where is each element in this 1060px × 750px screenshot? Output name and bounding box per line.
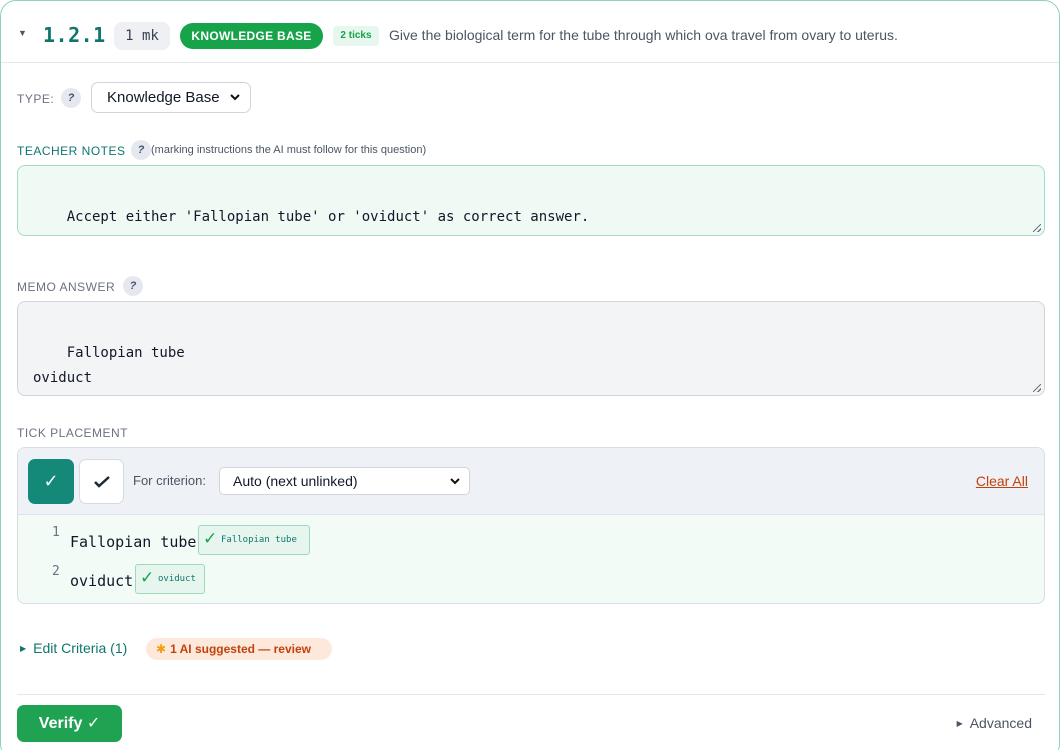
teacher-notes-help-icon[interactable]: ? bbox=[131, 140, 151, 160]
type-label: TYPE: bbox=[17, 92, 55, 106]
teacher-notes-label: TEACHER NOTES bbox=[17, 144, 126, 158]
line-text: oviduct bbox=[70, 572, 134, 590]
advanced-toggle[interactable]: ▶ Advanced bbox=[957, 715, 1032, 731]
advanced-label: Advanced bbox=[969, 715, 1032, 731]
question-text: Give the biological term for the tube th… bbox=[389, 27, 898, 43]
teacher-notes-value: Accept either 'Fallopian tube' or 'ovidu… bbox=[66, 209, 590, 225]
criterion-select-value: Auto (next unlinked) bbox=[233, 473, 358, 489]
tick-chip-label: oviduct bbox=[158, 574, 196, 584]
answer-line[interactable]: 1 Fallopian tube ✓ Fallopian tube bbox=[18, 525, 1044, 555]
line-text: Fallopian tube bbox=[70, 533, 197, 551]
type-help-icon[interactable]: ? bbox=[61, 88, 81, 108]
check-icon bbox=[94, 476, 110, 488]
tick-chip[interactable]: ✓ Fallopian tube bbox=[198, 525, 310, 555]
question-number: 1.2.1 bbox=[43, 23, 106, 47]
chevron-down-icon bbox=[449, 468, 461, 503]
half-tick-mode-button[interactable] bbox=[79, 459, 124, 504]
tick-placement-panel: ✓ For criterion: Auto (next unlinked) Cl… bbox=[17, 447, 1045, 604]
tick-toolbar: ✓ For criterion: Auto (next unlinked) Cl… bbox=[18, 448, 1044, 515]
memo-answer-value: Fallopian tube oviduct bbox=[33, 345, 185, 386]
line-number: 1 bbox=[52, 525, 60, 540]
teacher-notes-field[interactable]: Accept either 'Fallopian tube' or 'ovidu… bbox=[17, 165, 1045, 236]
tick-mode-button[interactable]: ✓ bbox=[28, 459, 74, 504]
line-number: 2 bbox=[52, 564, 60, 579]
chevron-down-icon bbox=[229, 83, 241, 123]
memo-answer-field[interactable]: Fallopian tube oviduct bbox=[17, 301, 1045, 396]
answer-line[interactable]: 2 oviduct ✓ oviduct bbox=[18, 564, 1044, 594]
tick-chip[interactable]: ✓ oviduct bbox=[135, 564, 205, 594]
question-card: ▼ 1.2.1 1 mk KNOWLEDGE BASE 2 ticks Give… bbox=[0, 0, 1060, 750]
expand-caret-icon: ▶ bbox=[20, 644, 27, 653]
type-select-value: Knowledge Base bbox=[107, 89, 220, 106]
criterion-select[interactable]: Auto (next unlinked) bbox=[219, 467, 470, 495]
collapse-caret-icon[interactable]: ▼ bbox=[18, 28, 27, 38]
divider bbox=[17, 694, 1045, 695]
expand-caret-icon: ▶ bbox=[956, 719, 963, 728]
resize-handle-icon[interactable] bbox=[1033, 224, 1041, 232]
memo-answer-label: MEMO ANSWER bbox=[17, 280, 116, 294]
marks-badge: 1 mk bbox=[114, 22, 170, 50]
criterion-label: For criterion: bbox=[133, 473, 206, 488]
check-icon: ✓ bbox=[203, 529, 218, 548]
edit-criteria-label: Edit Criteria (1) bbox=[33, 640, 128, 656]
puzzle-icon: ✱ bbox=[156, 642, 167, 656]
question-header[interactable]: ▼ 1.2.1 1 mk KNOWLEDGE BASE 2 ticks Give… bbox=[1, 1, 1059, 63]
verify-button[interactable]: Verify ✓ bbox=[17, 705, 122, 742]
tick-placement-label: TICK PLACEMENT bbox=[17, 426, 129, 440]
ai-suggested-label: 1 AI suggested — review bbox=[170, 642, 311, 656]
type-badge: KNOWLEDGE BASE bbox=[180, 23, 323, 49]
ticks-count-badge: 2 ticks bbox=[333, 26, 379, 46]
edit-criteria-toggle[interactable]: ▶ Edit Criteria (1) bbox=[20, 640, 127, 656]
clear-all-link[interactable]: Clear All bbox=[976, 473, 1028, 489]
teacher-notes-hint: (marking instructions the AI must follow… bbox=[151, 144, 427, 156]
type-select[interactable]: Knowledge Base bbox=[91, 82, 251, 113]
resize-handle-icon[interactable] bbox=[1033, 384, 1041, 392]
ai-suggested-badge[interactable]: ✱ 1 AI suggested — review bbox=[146, 638, 332, 660]
tick-chip-label: Fallopian tube bbox=[221, 535, 297, 545]
check-icon: ✓ bbox=[140, 568, 155, 587]
memo-answer-help-icon[interactable]: ? bbox=[123, 276, 143, 296]
